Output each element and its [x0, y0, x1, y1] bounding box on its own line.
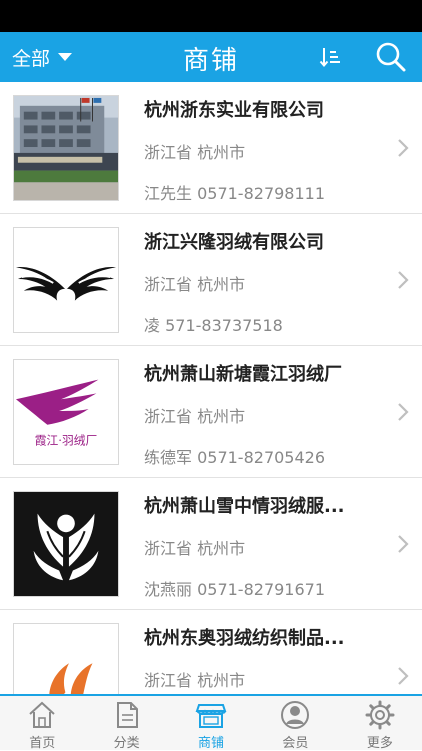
- shop-name: 杭州萧山雪中情羽绒服...: [144, 496, 345, 517]
- shop-contact: 沈燕丽 0571-82791671: [144, 580, 326, 599]
- shop-region: 浙江省 杭州市: [144, 539, 246, 558]
- shop-list-item[interactable]: 杭州东奥羽绒纺织制品... 浙江省 杭州市: [0, 610, 422, 694]
- tab-label: 首页: [29, 736, 56, 751]
- chevron-right-icon: [398, 667, 409, 685]
- app-header: 全部 商铺: [0, 32, 422, 82]
- shop-region: 浙江省 杭州市: [144, 143, 246, 162]
- shop-region: 浙江省 杭州市: [144, 671, 246, 690]
- shop-name: 杭州东奥羽绒纺织制品...: [144, 628, 345, 649]
- shop-logo-white-wings: [13, 491, 119, 597]
- sort-button[interactable]: [314, 41, 348, 73]
- shop-region: 浙江省 杭州市: [144, 407, 246, 426]
- building-photo: [14, 96, 118, 200]
- category-icon: [116, 702, 138, 728]
- shop-list: 杭州浙东实业有限公司 浙江省 杭州市 江先生 0571-82798111 浙江兴…: [0, 82, 422, 694]
- bottom-tab-bar: 首页 分类 商铺 会员 更多: [0, 694, 422, 751]
- member-icon: [281, 701, 310, 729]
- chevron-right-icon: [398, 139, 409, 157]
- tab-label: 会员: [282, 736, 309, 751]
- tab-label: 商铺: [198, 736, 225, 751]
- shop-contact: 凌 571-83737518: [144, 316, 283, 335]
- filter-label: 全部: [12, 47, 51, 70]
- sort-icon: [319, 48, 340, 68]
- shop-contact: 江先生 0571-82798111: [144, 184, 326, 203]
- chevron-right-icon: [398, 403, 409, 421]
- status-bar: [0, 0, 422, 32]
- region-filter-button[interactable]: 全部: [12, 43, 73, 71]
- shop-icon: [195, 704, 227, 728]
- tab-home[interactable]: 首页: [0, 696, 84, 751]
- chevron-right-icon: [398, 535, 409, 553]
- search-button[interactable]: [370, 39, 412, 75]
- tab-more[interactable]: 更多: [338, 696, 422, 751]
- tab-category[interactable]: 分类: [84, 696, 168, 751]
- tab-shop[interactable]: 商铺: [169, 696, 253, 751]
- tab-member[interactable]: 会员: [253, 696, 337, 751]
- shop-list-item[interactable]: 杭州萧山雪中情羽绒服... 浙江省 杭州市 沈燕丽 0571-82791671: [0, 478, 422, 610]
- shop-logo-orange-flame: [13, 623, 119, 694]
- home-icon: [29, 701, 55, 728]
- svg-text:霞江·羽绒厂: 霞江·羽绒厂: [35, 433, 98, 447]
- shop-name: 杭州浙东实业有限公司: [144, 100, 324, 121]
- shop-logo-purple-wing: 霞江·羽绒厂: [13, 359, 119, 465]
- orange-flame-logo: [14, 624, 118, 694]
- shop-name: 杭州萧山新塘霞江羽绒厂: [144, 364, 342, 385]
- white-wings-logo: [14, 492, 118, 596]
- tab-label: 分类: [113, 736, 140, 751]
- shop-contact: 练德军 0571-82705426: [144, 448, 326, 467]
- chevron-right-icon: [398, 271, 409, 289]
- dropdown-arrow-icon: [58, 53, 73, 61]
- shop-list-item[interactable]: 浙江兴隆羽绒有限公司 浙江省 杭州市 凌 571-83737518: [0, 214, 422, 346]
- wings-logo: [14, 228, 118, 332]
- tab-label: 更多: [366, 736, 393, 751]
- search-icon: [376, 42, 406, 72]
- shop-logo-wings: [13, 227, 119, 333]
- shop-list-item[interactable]: 霞江·羽绒厂 杭州萧山新塘霞江羽绒厂 浙江省 杭州市 练德军 0571-8270…: [0, 346, 422, 478]
- shop-region: 浙江省 杭州市: [144, 275, 246, 294]
- purple-wing-logo: 霞江·羽绒厂: [14, 360, 118, 464]
- shop-name: 浙江兴隆羽绒有限公司: [144, 232, 324, 253]
- more-gear-icon: [365, 700, 395, 730]
- shop-logo-building: [13, 95, 119, 201]
- shop-list-item[interactable]: 杭州浙东实业有限公司 浙江省 杭州市 江先生 0571-82798111: [0, 82, 422, 214]
